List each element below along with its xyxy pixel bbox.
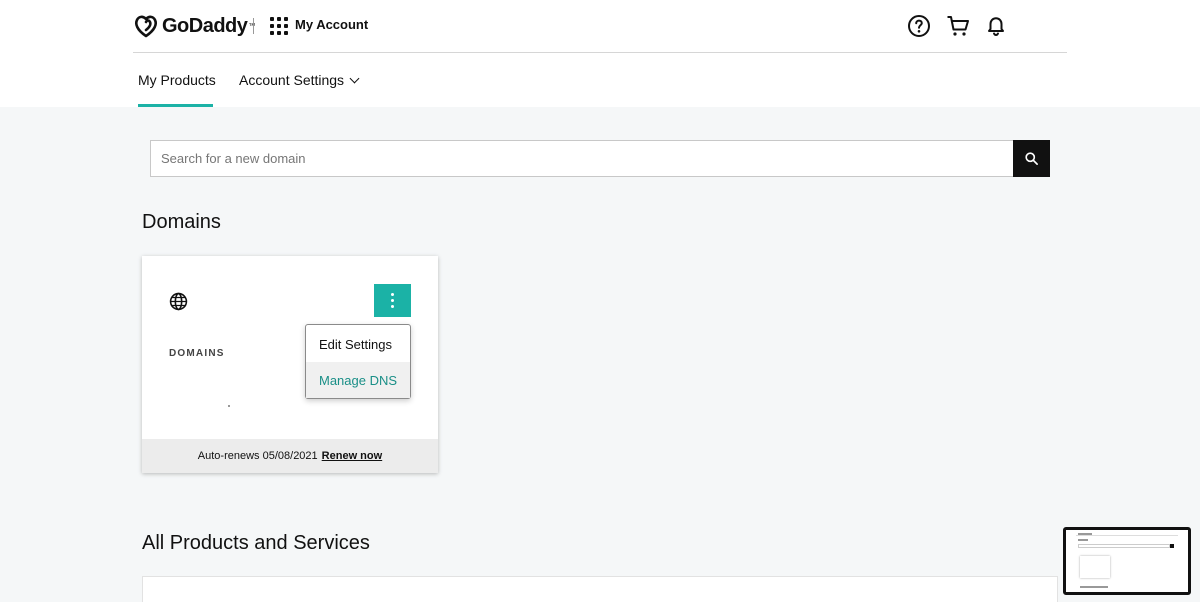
tab-account-settings-label: Account Settings: [239, 72, 345, 88]
top-header: GoDaddy ™ My Account My Products Account…: [0, 0, 1200, 107]
godaddy-logo-icon: [135, 15, 157, 38]
auto-renew-text: Auto-renews 05/08/2021: [197, 450, 318, 462]
menu-item-edit-settings[interactable]: Edit Settings: [306, 326, 410, 362]
tab-my-products-label: My Products: [138, 72, 216, 88]
domain-search-input[interactable]: [151, 141, 1013, 176]
my-account-link[interactable]: My Account: [295, 17, 368, 32]
search-icon: [1025, 152, 1038, 165]
search-button[interactable]: [1013, 140, 1050, 177]
renew-now-link[interactable]: Renew now: [322, 450, 383, 462]
header-row: GoDaddy ™ My Account: [133, 0, 1067, 53]
more-options-button[interactable]: [374, 284, 411, 317]
header-divider: [253, 18, 254, 34]
brand-name: GoDaddy: [162, 14, 248, 37]
card-dot: [228, 405, 230, 407]
thumb-search-button: [1170, 544, 1174, 548]
thumb-search: [1078, 544, 1170, 548]
domains-heading: Domains: [142, 211, 221, 233]
thumb-nav: [1078, 539, 1088, 541]
tab-my-products[interactable]: My Products: [138, 53, 216, 107]
cart-icon[interactable]: [946, 14, 970, 38]
bell-icon[interactable]: [984, 14, 1008, 38]
thumb-header-line: [1076, 535, 1178, 536]
godaddy-logo[interactable]: GoDaddy ™: [133, 13, 255, 39]
thumb-section: [1080, 586, 1108, 588]
menu-item-manage-dns[interactable]: Manage DNS: [306, 362, 410, 398]
help-icon[interactable]: [907, 14, 931, 38]
card-footer: Auto-renews 05/08/2021 Renew now: [142, 439, 438, 473]
tab-account-settings[interactable]: Account Settings: [239, 53, 360, 107]
domain-search-box: [150, 140, 1014, 177]
apps-grid-icon[interactable]: [270, 17, 288, 35]
all-products-heading: All Products and Services: [142, 532, 370, 554]
products-panel: [142, 576, 1058, 602]
thumb-card: [1080, 556, 1110, 578]
brand-trademark: ™: [248, 22, 256, 30]
domain-options-menu: Edit Settings Manage DNS: [305, 324, 411, 399]
globe-icon: [169, 292, 188, 311]
chevron-down-icon: [349, 73, 360, 84]
page-thumbnail-preview[interactable]: [1063, 527, 1191, 595]
card-label: DOMAINS: [169, 348, 225, 359]
